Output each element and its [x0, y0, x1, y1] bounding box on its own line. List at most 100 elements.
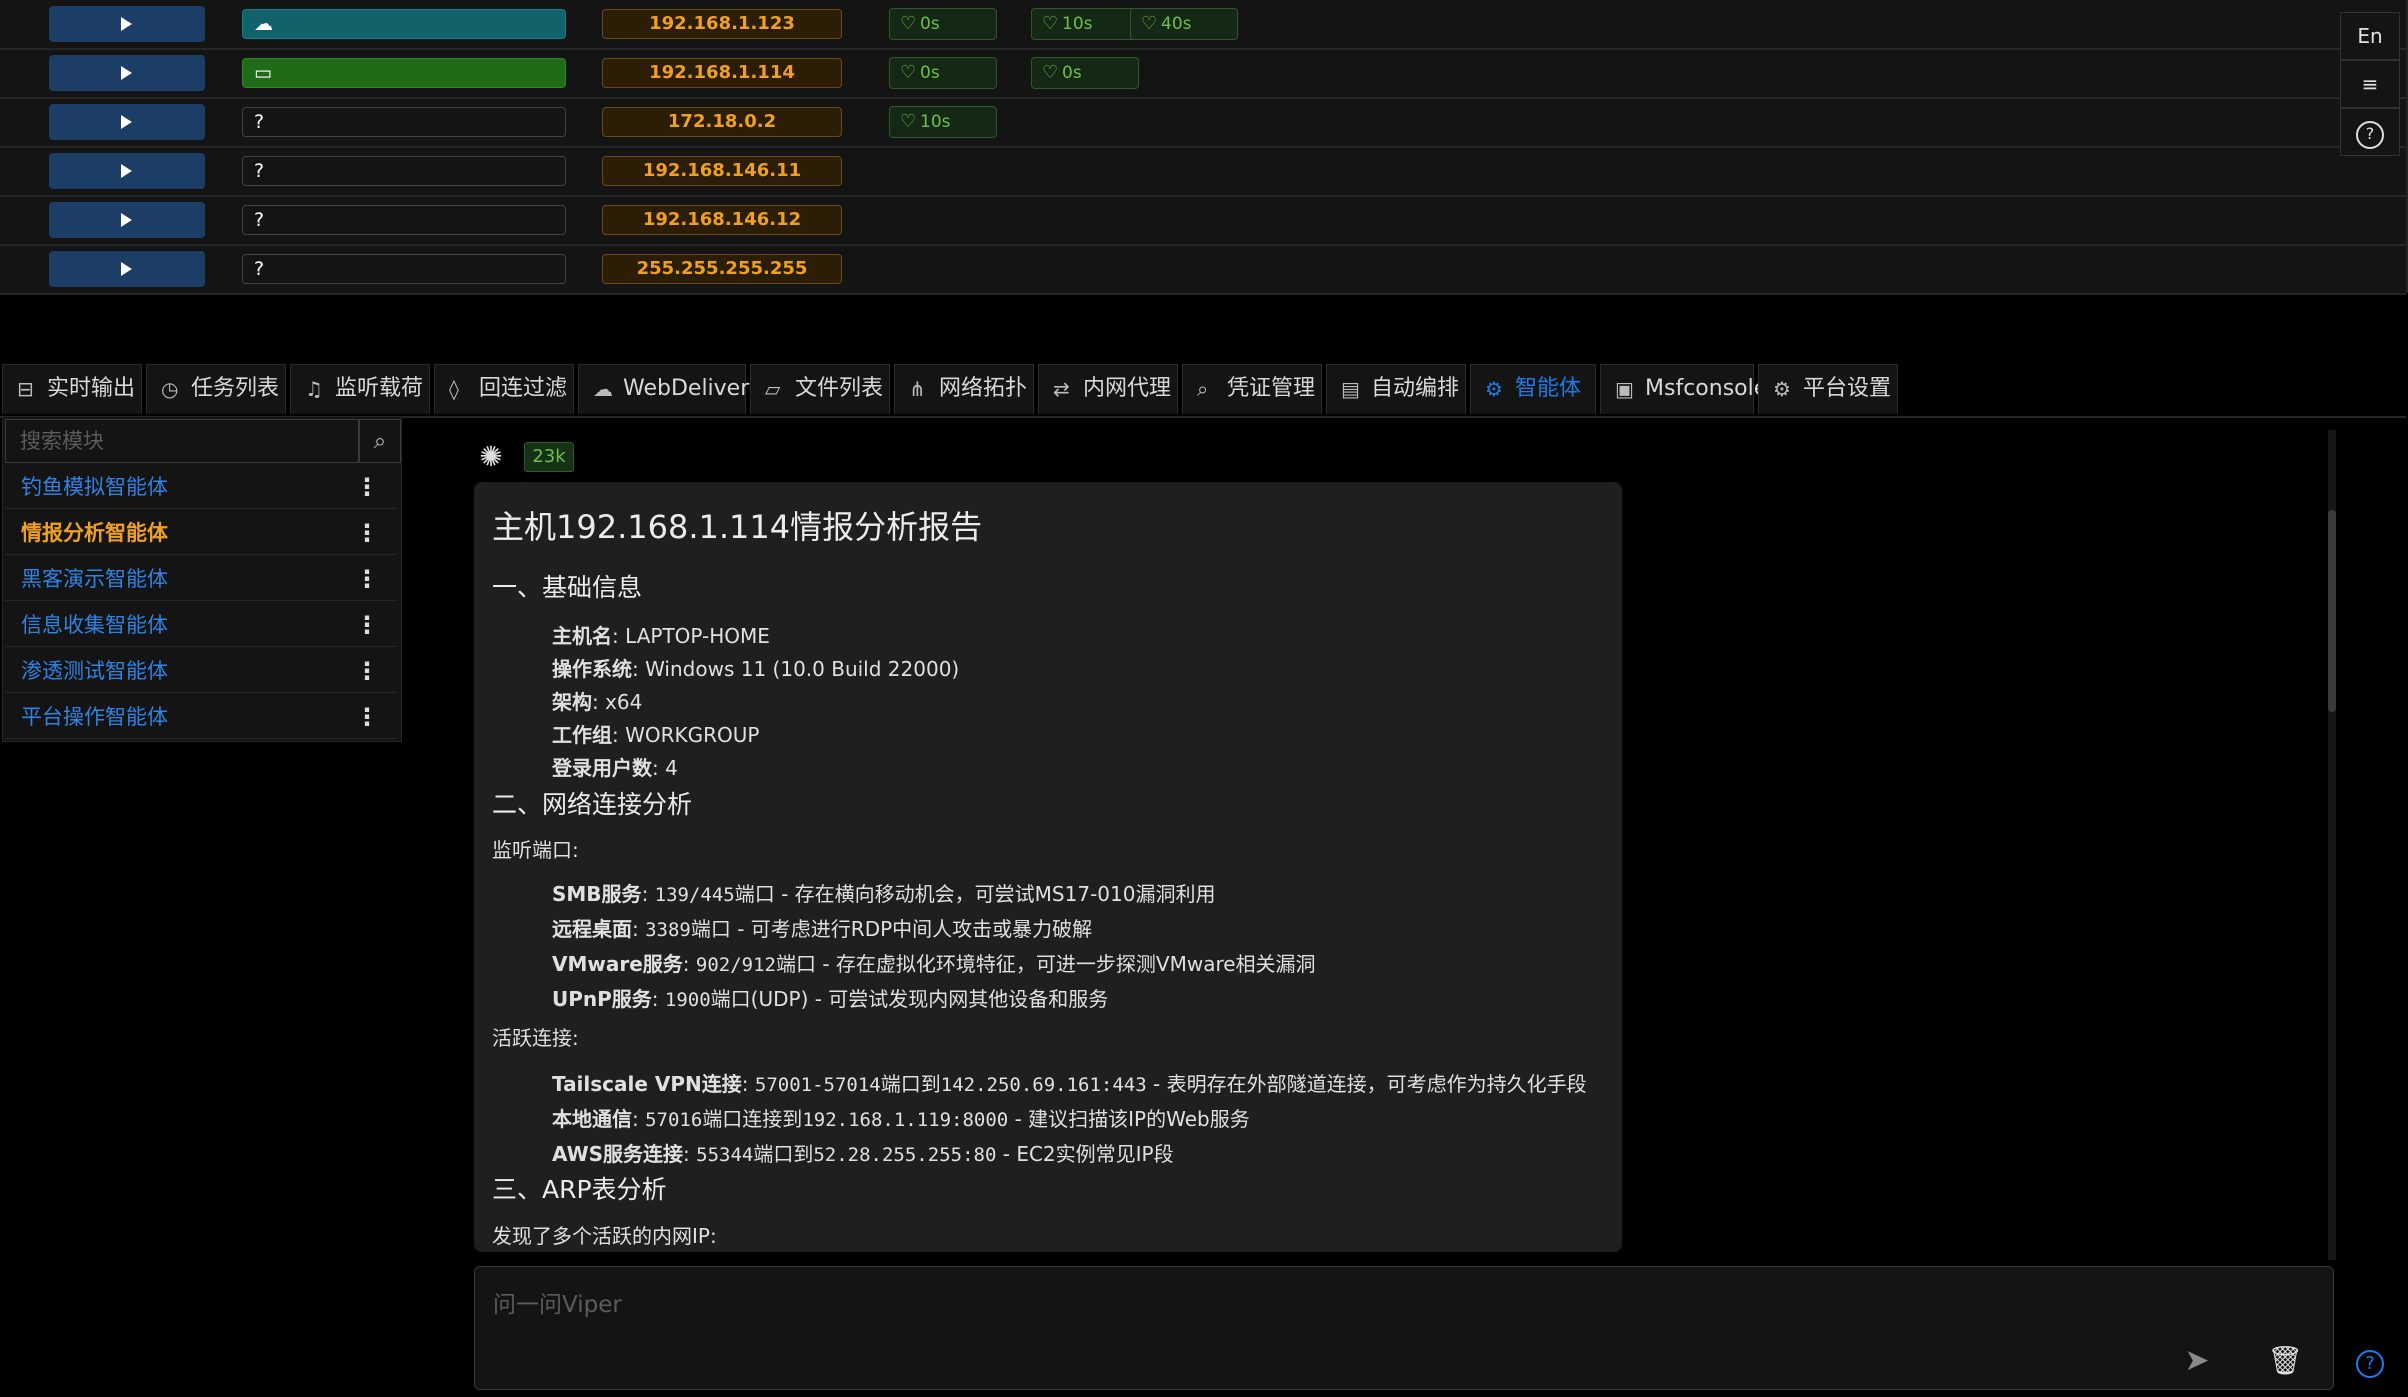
host-tag-box[interactable]: ?: [242, 254, 566, 284]
basic-info-key: 操作系统: [552, 657, 632, 681]
tab-label: WebDelivery: [623, 376, 763, 401]
tab-label: 实时输出: [47, 376, 136, 401]
expand-play-button[interactable]: [49, 6, 205, 42]
message-scrollbar-thumb[interactable]: [2328, 510, 2336, 712]
headphones-icon: ♫: [305, 377, 323, 401]
tab-label: 凭证管理: [1227, 376, 1316, 401]
arp-text: 发现了多个活跃的内网IP:: [492, 1224, 717, 1248]
tab-agent[interactable]: ⚙ 智能体: [1470, 364, 1596, 414]
port-service: SMB服务: [552, 882, 642, 906]
basic-info-value: : WORKGROUP: [612, 723, 760, 747]
port-item: SMB服务: 139/445端口 - 存在横向移动机会，可尝试MS17-010漏…: [552, 878, 1215, 907]
agent-item[interactable]: 情报分析智能体 ⋮: [5, 511, 397, 555]
tab-label: 任务列表: [191, 376, 280, 401]
port-number: 139/445: [654, 884, 735, 906]
agent-label: 情报分析智能体: [21, 521, 168, 545]
basic-info-key: 登录用户数: [552, 756, 652, 780]
help-icon[interactable]: ?: [2340, 108, 2400, 156]
agent-label: 信息收集智能体: [21, 613, 168, 637]
expand-play-button[interactable]: [49, 55, 205, 91]
connection-target: 142.250.69.161:443: [940, 1074, 1147, 1096]
terminal-icon: ▣: [1615, 377, 1634, 401]
expand-play-button[interactable]: [49, 153, 205, 189]
key-icon: ⌕: [1197, 377, 1209, 401]
menu-icon[interactable]: ≡: [2340, 60, 2400, 108]
tab-clock[interactable]: ◷ 任务列表: [146, 364, 286, 414]
tab-headphones[interactable]: ♫ 监听载荷: [290, 364, 430, 414]
search-input[interactable]: [6, 420, 352, 462]
topology-icon: ⋔: [909, 377, 926, 401]
more-options-icon[interactable]: ⋮: [355, 603, 379, 647]
tab-schedule[interactable]: ▤ 自动编排: [1326, 364, 1466, 414]
host-tag-box[interactable]: ☁: [242, 9, 566, 39]
more-options-icon[interactable]: ⋮: [355, 511, 379, 555]
laptop-icon: ▭: [254, 62, 272, 84]
connection-port: 57001-57014: [754, 1074, 881, 1096]
tab-label: 平台设置: [1803, 376, 1892, 401]
help-glyph: ?: [2356, 121, 2384, 149]
host-ip-badge[interactable]: 192.168.1.114: [602, 58, 842, 88]
expand-play-button[interactable]: [49, 251, 205, 287]
tab-cloud-delivery[interactable]: ☁ WebDelivery: [578, 364, 762, 414]
connection-name: Tailscale VPN连接: [552, 1072, 742, 1096]
heartbeat-badge: 0s: [889, 8, 997, 40]
port-item: UPnP服务: 1900端口(UDP) - 可尝试发现内网其他设备和服务: [552, 983, 1108, 1012]
port-sep: :: [651, 987, 665, 1011]
tab-fire[interactable]: ◊ 回连过滤: [434, 364, 574, 414]
clock-icon: ◷: [161, 377, 179, 401]
host-ip-badge[interactable]: 192.168.1.123: [602, 9, 842, 39]
basic-info-item: 架构: x64: [552, 686, 642, 715]
more-options-icon[interactable]: ⋮: [355, 695, 379, 739]
port-item: 远程桌面: 3389端口 - 可考虑进行RDP中间人攻击或暴力破解: [552, 913, 1092, 942]
tab-gear[interactable]: ⚙ 平台设置: [1758, 364, 1898, 414]
host-ip-badge[interactable]: 192.168.146.11: [602, 156, 842, 186]
tab-output[interactable]: ⊟ 实时输出: [2, 364, 142, 414]
host-ip-badge[interactable]: 172.18.0.2: [602, 107, 842, 137]
fire-icon: ◊: [449, 377, 459, 401]
agent-label: 钓鱼模拟智能体: [21, 475, 168, 499]
assistant-message: 主机192.168.1.114情报分析报告 一、基础信息 主机名: LAPTOP…: [474, 482, 1622, 1252]
basic-info-value: : 4: [652, 756, 678, 780]
connection-port: 57016: [645, 1109, 703, 1131]
host-tag-box[interactable]: ▭: [242, 58, 566, 88]
help-corner-icon[interactable]: ?: [2356, 1350, 2384, 1378]
connection-sep: :: [632, 1107, 646, 1131]
more-options-icon[interactable]: ⋮: [355, 465, 379, 509]
tab-folder[interactable]: ▱ 文件列表: [750, 364, 890, 414]
expand-play-button[interactable]: [49, 104, 205, 140]
agent-icon: ⚙: [1485, 377, 1503, 401]
host-ip-badge[interactable]: 192.168.146.12: [602, 205, 842, 235]
tab-key[interactable]: ⌕ 凭证管理: [1182, 364, 1322, 414]
tab-terminal[interactable]: ▣ Msfconsole: [1600, 364, 1767, 414]
search-icon[interactable]: ⌕: [359, 419, 401, 463]
agent-item[interactable]: 渗透测试智能体 ⋮: [5, 649, 397, 693]
agent-item[interactable]: 平台操作智能体 ⋮: [5, 695, 397, 739]
connection-mid: 端口连接到: [702, 1107, 803, 1131]
connection-target: 52.28.255.255:80: [813, 1144, 997, 1166]
chat-input-box[interactable]: 问一问Viper: [474, 1266, 2334, 1390]
expand-play-button[interactable]: [49, 202, 205, 238]
more-options-icon[interactable]: ⋮: [355, 649, 379, 693]
send-icon[interactable]: ➤: [2178, 1342, 2216, 1380]
host-tag-box[interactable]: ?: [242, 107, 566, 137]
tab-proxy[interactable]: ⇄ 内网代理: [1038, 364, 1178, 414]
tab-topology[interactable]: ⋔ 网络拓扑: [894, 364, 1034, 414]
heartbeat-badge: 40s: [1130, 8, 1238, 40]
connection-name: 本地通信: [552, 1107, 632, 1131]
host-ip-badge[interactable]: 255.255.255.255: [602, 254, 842, 284]
basic-info-item: 主机名: LAPTOP-HOME: [552, 620, 770, 649]
host-tag-box[interactable]: ?: [242, 156, 566, 186]
agent-item[interactable]: 黑客演示智能体 ⋮: [5, 557, 397, 601]
more-options-icon[interactable]: ⋮: [355, 557, 379, 601]
language-button[interactable]: En: [2340, 12, 2400, 60]
basic-info-key: 架构: [552, 690, 592, 714]
host-tag-box[interactable]: ?: [242, 205, 566, 235]
unknown-icon: ?: [254, 111, 265, 133]
connection-mid: 端口到: [880, 1072, 941, 1096]
tab-label: 内网代理: [1083, 376, 1172, 401]
trash-icon[interactable]: 🗑: [2266, 1342, 2304, 1380]
connection-sep: :: [683, 1142, 697, 1166]
tab-label: 自动编排: [1371, 376, 1460, 401]
agent-item[interactable]: 信息收集智能体 ⋮: [5, 603, 397, 647]
agent-item[interactable]: 钓鱼模拟智能体 ⋮: [5, 465, 397, 509]
